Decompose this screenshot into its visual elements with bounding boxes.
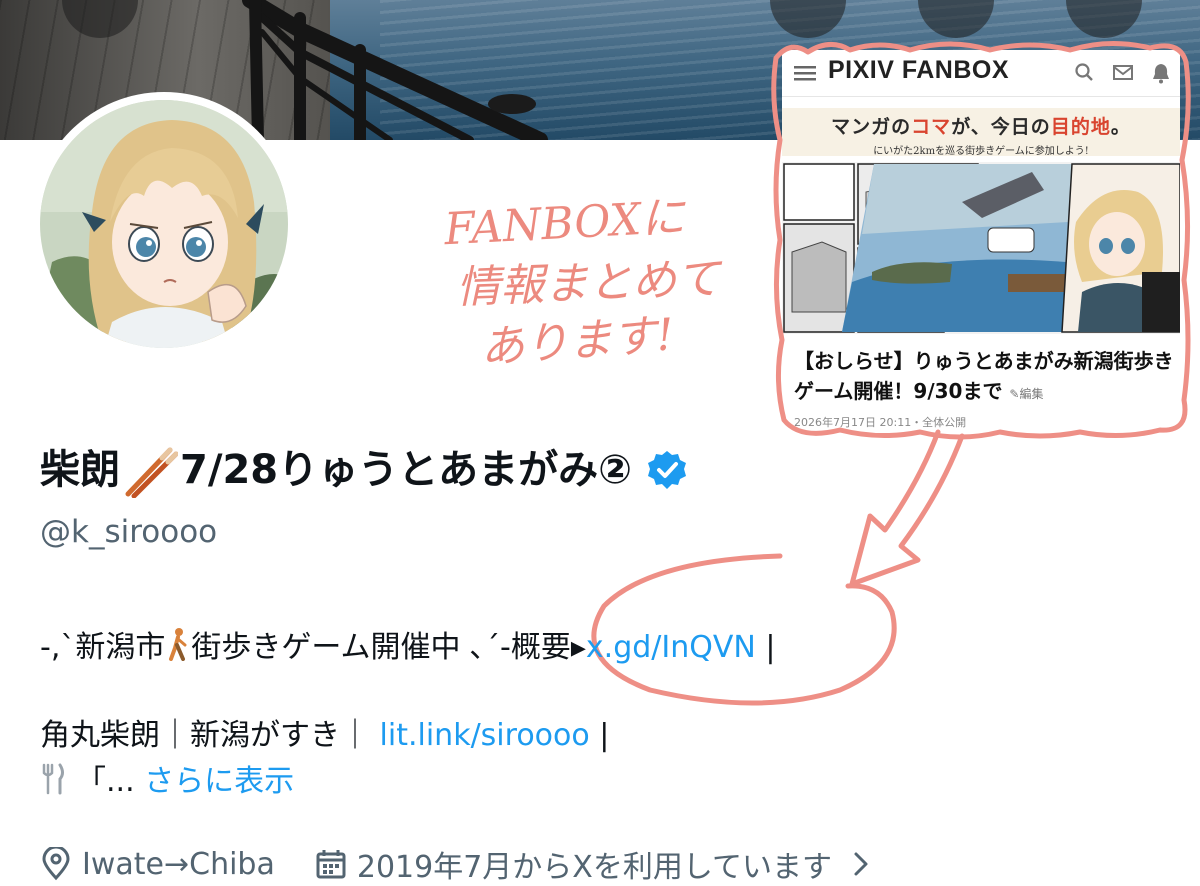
fanbox-manga-artwork bbox=[782, 162, 1180, 334]
display-name-prefix: 柴朗 bbox=[40, 447, 120, 493]
username-handle: @k_siroooo bbox=[40, 514, 218, 550]
show-more-link[interactable]: さらに表示 bbox=[144, 764, 294, 799]
fanbox-banner-subtitle: にいがた2kmを巡る街歩きゲームに参加しよう! bbox=[873, 146, 1089, 157]
avatar[interactable] bbox=[32, 92, 296, 356]
joined-date-text: 2019年7月からXを利用しています bbox=[356, 850, 832, 885]
location-pin-icon bbox=[42, 847, 70, 881]
fanbox-post-title-text: 【おしらせ】りゅうとあまがみ新潟街歩きゲーム開催！9/30まで bbox=[794, 349, 1174, 403]
mail-icon bbox=[1113, 65, 1133, 80]
cutlery-icon bbox=[42, 763, 64, 795]
fanbox-post-date: 2026年7月17日 20:11・全体公開 bbox=[794, 416, 967, 428]
location-text: Iwate→Chiba bbox=[82, 846, 275, 882]
menu-icon bbox=[794, 66, 816, 81]
fanbox-banner-title: マンガのコマが、今日の目的地。 bbox=[831, 116, 1131, 138]
arrow-stroke bbox=[849, 429, 965, 587]
edit-link[interactable]: ✎編集 bbox=[1009, 387, 1043, 401]
fanbox-screenshot-card: PIXIV FANBOX マンガのコマが、今日の目的地。 にいがた2kmを巡る街… bbox=[782, 50, 1180, 428]
bio-line-1: -,`新潟市 街歩きゲーム開催中 ､´-概要▸x.gd/InQVN | bbox=[40, 622, 775, 666]
fanbox-header-icons bbox=[1074, 62, 1170, 84]
search-icon bbox=[1075, 63, 1093, 81]
fanbox-logo: PIXIV FANBOX bbox=[828, 56, 1010, 84]
chopsticks-icon bbox=[125, 447, 178, 498]
profile-meta: Iwate→Chiba 2019年7月からXを利用しています bbox=[40, 842, 876, 886]
display-name: 柴朗 7/28りゅうとあまがみ② bbox=[40, 438, 688, 502]
bio-line-3: 「... さらに表示 bbox=[40, 756, 294, 800]
calendar-icon bbox=[316, 850, 346, 879]
verified-badge-icon[interactable] bbox=[646, 449, 688, 491]
bio-line-2: 角丸柴朗｜新潟がすき｜ lit.link/siroooo | bbox=[40, 710, 609, 754]
bio-link-litlink[interactable]: lit.link/siroooo bbox=[380, 718, 590, 753]
bio-link-xgd[interactable]: x.gd/InQVN bbox=[586, 630, 756, 665]
bell-icon bbox=[1153, 64, 1169, 84]
handwritten-note: FANBOXに 情報まとめて あります! bbox=[430, 185, 740, 374]
bio-text: 角丸柴朗｜新潟がすき｜ bbox=[40, 718, 380, 753]
bio-text: -,`新潟市 bbox=[40, 630, 166, 665]
fanbox-post-title[interactable]: 【おしらせ】りゅうとあまがみ新潟街歩きゲーム開催！9/30まで ✎編集 bbox=[794, 346, 1174, 409]
note-line-3: あります! bbox=[478, 309, 676, 374]
bio-text: | bbox=[755, 630, 776, 665]
bio-text: 「... bbox=[76, 764, 145, 799]
walking-person-icon bbox=[169, 628, 187, 661]
bio-text: 街歩きゲーム開催中 ､´-概要▸ bbox=[191, 630, 586, 665]
display-name-suffix: 7/28りゅうとあまがみ② bbox=[180, 447, 632, 493]
bio-text: | bbox=[589, 718, 610, 753]
fanbox-header: PIXIV FANBOX bbox=[782, 50, 1180, 97]
fanbox-post-banner: マンガのコマが、今日の目的地。 にいがた2kmを巡る街歩きゲームに参加しよう! bbox=[782, 108, 1180, 157]
